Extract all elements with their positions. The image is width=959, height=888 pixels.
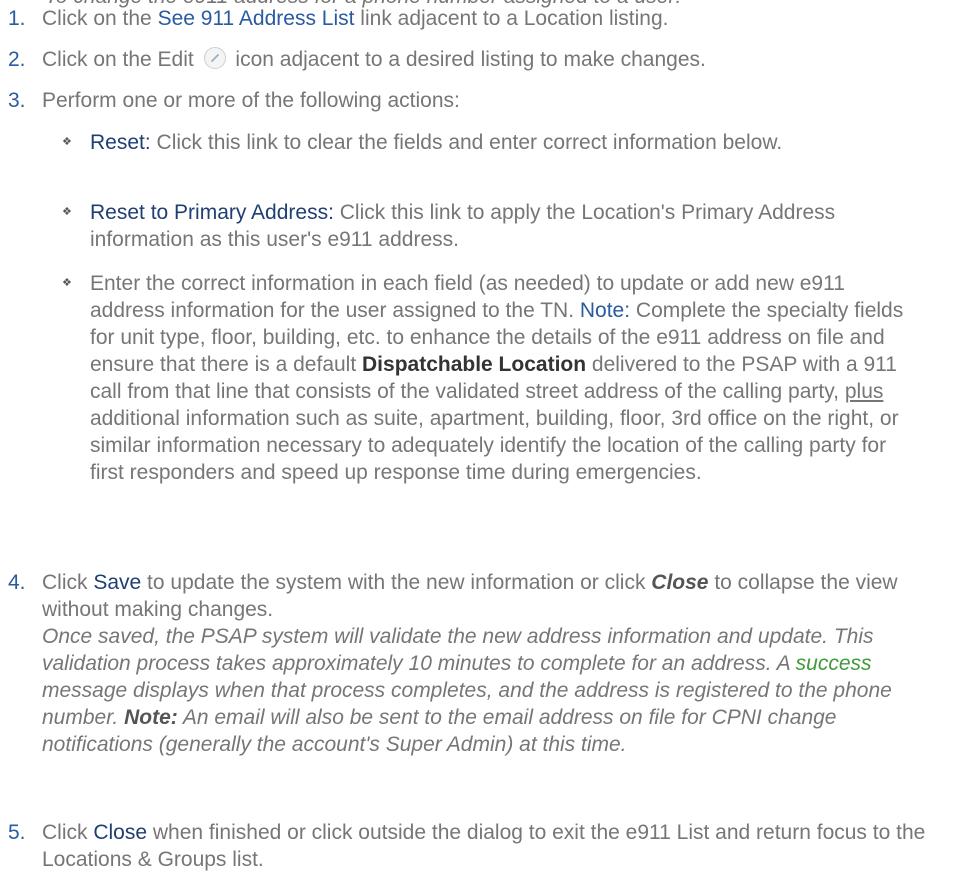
close-link[interactable]: Close bbox=[93, 821, 147, 844]
step-2: 2. Click on the Edit icon adjacent to a … bbox=[0, 46, 930, 73]
see-911-address-list-link[interactable]: See 911 Address List bbox=[158, 7, 355, 30]
plus-underlined: plus bbox=[844, 380, 884, 403]
note-label: Note: bbox=[579, 299, 631, 322]
step-5-text: Click Close when finished or click outsi… bbox=[42, 821, 926, 871]
step-number: 5. bbox=[8, 821, 26, 844]
instruction-page: To change the e911 address for a phone n… bbox=[0, 0, 959, 888]
edit-pencil-icon bbox=[203, 47, 226, 69]
step-number: 1. bbox=[8, 7, 26, 30]
step-number: 2. bbox=[8, 48, 26, 71]
diamond-bullet-icon: ❖ bbox=[62, 136, 72, 148]
step-5: 5. Click Close when finished or click ou… bbox=[0, 819, 930, 873]
step-4: 4. Click Save to update the system with … bbox=[0, 569, 930, 758]
step-4-text: Click Save to update the system with the… bbox=[42, 569, 930, 758]
list-item: ❖ Enter the correct information in each … bbox=[62, 272, 904, 484]
diamond-bullet-icon: ❖ bbox=[62, 277, 72, 289]
reset-to-primary-address-link[interactable]: Reset to Primary Address: bbox=[90, 201, 334, 224]
diamond-bullet-icon: ❖ bbox=[62, 206, 72, 218]
dispatchable-location-term: Dispatchable Location bbox=[362, 353, 587, 376]
reset-link[interactable]: Reset: bbox=[90, 131, 151, 154]
list-item: ❖ Reset: Click this link to clear the fi… bbox=[62, 131, 783, 154]
step-number: 3. bbox=[8, 89, 26, 112]
note-label: Note: bbox=[124, 706, 178, 729]
step-2-text: Click on the Edit icon adjacent to a des… bbox=[42, 47, 706, 71]
step-1: 1. Click on the See 911 Address List lin… bbox=[0, 5, 930, 32]
step-3-text: Perform one or more of the following act… bbox=[42, 89, 460, 112]
close-link[interactable]: Close bbox=[651, 571, 708, 594]
step-1-text: Click on the See 911 Address List link a… bbox=[42, 7, 669, 30]
step-number: 4. bbox=[8, 571, 26, 594]
save-link[interactable]: Save bbox=[93, 571, 141, 594]
list-item: ❖ Reset to Primary Address: Click this l… bbox=[62, 201, 836, 251]
step-4-details: Once saved, the PSAP system will validat… bbox=[42, 625, 892, 756]
step-3: 3. Perform one or more of the following … bbox=[0, 87, 930, 114]
success-word: success bbox=[795, 652, 872, 675]
